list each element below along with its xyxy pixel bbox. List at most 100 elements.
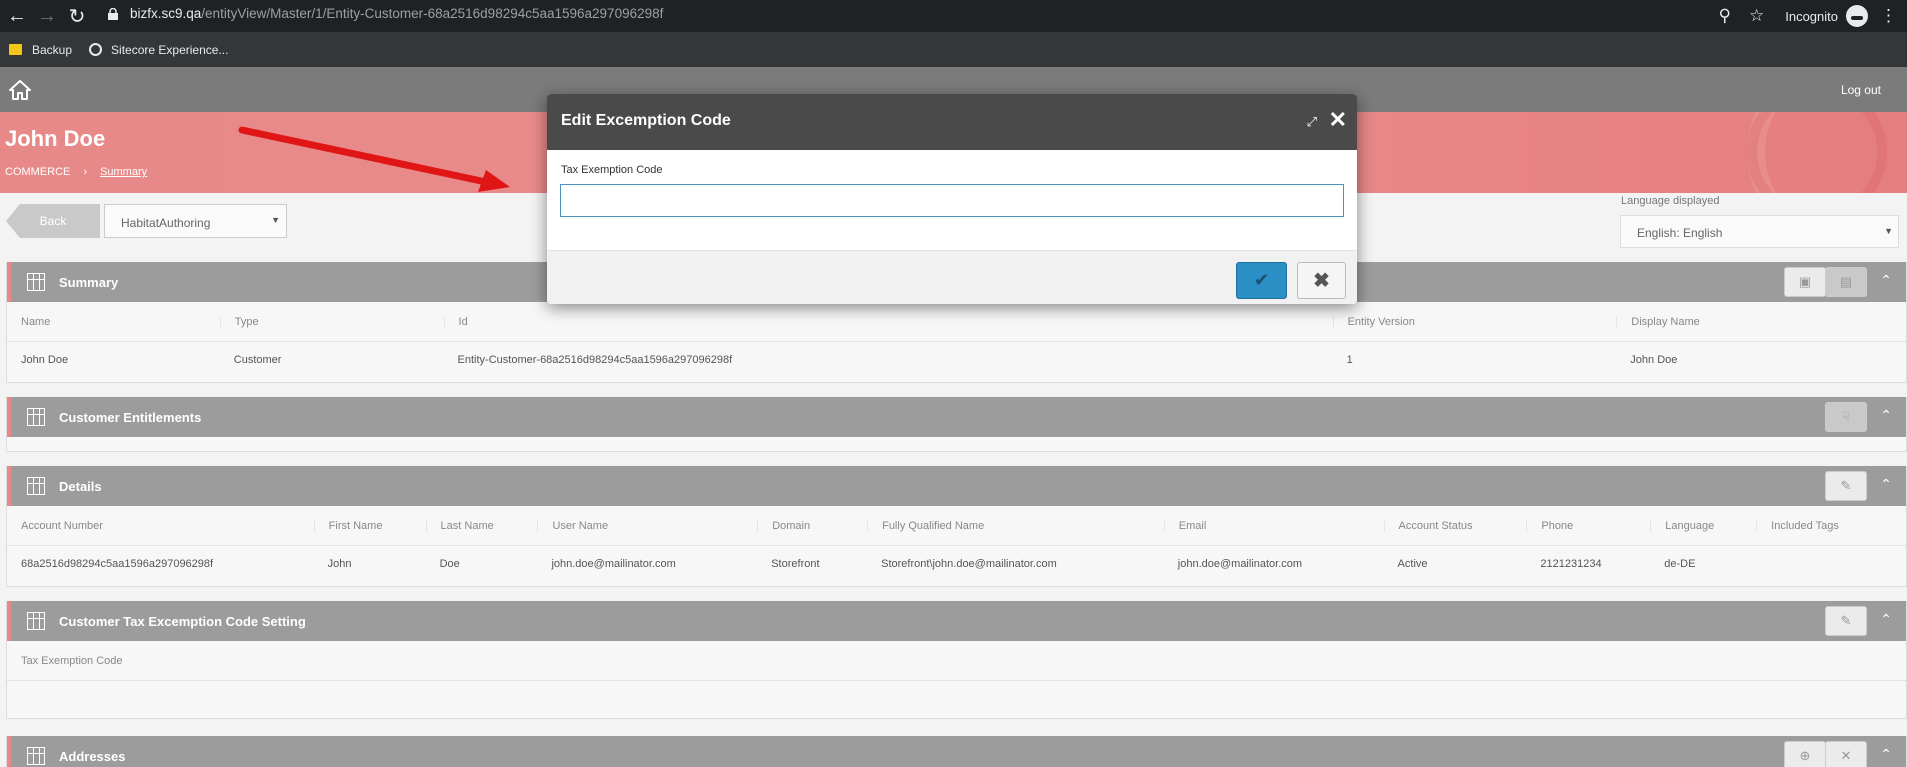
panel-header: Addresses ⊕ ✕ ⌃ [7, 736, 1906, 767]
grid-icon [27, 273, 45, 291]
remove-icon[interactable]: ✕ [1825, 741, 1867, 767]
panel-title: Addresses [59, 749, 126, 764]
collapse-chevron-icon[interactable]: ⌃ [1880, 272, 1892, 289]
dialog-footer: ✔ ✖ [547, 250, 1357, 304]
panel-header: Customer Tax Excemption Code Setting ✎ ⌃ [7, 601, 1906, 641]
tax-exemption-code-label: Tax Exemption Code [561, 164, 663, 176]
column-header: Type [219, 315, 444, 328]
cancel-x-icon: ✖ [1313, 270, 1330, 292]
table-cell: 1 [1346, 354, 1353, 366]
browser-toolbar: ← → ↻ bizfx.sc9.qa/entityView/Master/1/E… [0, 0, 1907, 32]
incognito-icon[interactable] [1846, 5, 1868, 27]
tax-exemption-code-input[interactable] [560, 184, 1344, 217]
panel-title: Summary [59, 275, 119, 290]
table-cell: John Doe [21, 354, 69, 366]
grid-icon [27, 612, 45, 630]
column-header: Language [1650, 519, 1756, 532]
column-header: User Name [537, 519, 757, 532]
close-icon[interactable]: ✕ [1329, 107, 1347, 133]
grid-icon [27, 747, 45, 765]
address-bar[interactable]: bizfx.sc9.qa/entityView/Master/1/Entity-… [108, 6, 663, 21]
globe-icon [89, 43, 103, 56]
hand-icon[interactable]: ☟ [1825, 402, 1867, 432]
table-cell: Active [1397, 558, 1428, 570]
dialog-body: Tax Exemption Code [547, 150, 1357, 250]
annotation-arrow [238, 126, 510, 192]
more-menu-icon[interactable]: ⋮ [1880, 6, 1897, 26]
environment-select[interactable]: HabitatAuthoring ▼ [104, 204, 287, 238]
table-cell: Doe [439, 558, 460, 570]
bookmarks-bar: Backup Sitecore Experience... [0, 32, 1907, 67]
breadcrumb-root[interactable]: COMMERCE [5, 166, 70, 178]
table-cell: Customer [233, 354, 282, 366]
collapse-chevron-icon[interactable]: ⌃ [1880, 611, 1892, 628]
breadcrumb-current[interactable]: Summary [100, 166, 147, 178]
panel-header: Details ✎ ⌃ [7, 466, 1906, 506]
forward-arrow-icon[interactable]: → [34, 3, 60, 29]
language-select[interactable]: English: English ▼ [1620, 215, 1899, 248]
column-header: Display Name [1616, 315, 1906, 328]
table-cell: Storefront [771, 558, 820, 570]
expand-icon[interactable]: ⤢ [1307, 114, 1317, 130]
add-icon[interactable]: ⊕ [1784, 741, 1826, 767]
details-panel: Details ✎ ⌃ Account Number First Name La… [6, 466, 1907, 587]
addresses-panel: Addresses ⊕ ✕ ⌃ [6, 736, 1907, 767]
star-icon[interactable]: ☆ [1749, 6, 1764, 26]
table-cell: john.doe@mailinator.com [1177, 558, 1303, 570]
decorative-swirl [1747, 112, 1887, 193]
collapse-chevron-icon[interactable]: ⌃ [1880, 476, 1892, 493]
panel-title: Customer Entitlements [59, 410, 202, 425]
table-cell: Entity-Customer-68a2516d98294c5aa1596a29… [457, 354, 733, 366]
table-header-row: Account Number First Name Last Name User… [7, 506, 1906, 546]
view-alt-icon[interactable]: ▤ [1825, 267, 1867, 297]
column-header: Tax Exemption Code [21, 654, 123, 667]
checkmark-icon: ✔ [1253, 270, 1270, 290]
bookmark-label: Backup [32, 42, 73, 57]
panel-title: Customer Tax Excemption Code Setting [59, 614, 306, 629]
grid-icon [27, 408, 45, 426]
column-header: Fully Qualified Name [867, 519, 1164, 532]
table-row[interactable]: John Doe Customer Entity-Customer-68a251… [7, 342, 1906, 378]
logout-link[interactable]: Log out [1841, 83, 1881, 97]
lock-icon [108, 7, 118, 20]
cancel-button[interactable]: ✖ [1297, 262, 1346, 299]
column-header: Included Tags [1756, 519, 1906, 532]
back-arrow-icon[interactable]: ← [4, 3, 30, 29]
breadcrumb: COMMERCE › Summary [5, 166, 147, 178]
table-cell: Storefront\john.doe@mailinator.com [881, 558, 1057, 570]
language-label: Language displayed [1621, 195, 1720, 207]
entitlements-panel: Customer Entitlements ☟ ⌃ [6, 397, 1907, 452]
folder-icon [9, 44, 22, 55]
reload-icon[interactable]: ↻ [64, 3, 90, 29]
view-icon[interactable]: ▣ [1784, 267, 1826, 297]
dialog-header: Edit Excemption Code ⤢ ✕ [547, 94, 1357, 150]
dialog-title: Edit Excemption Code [561, 112, 731, 129]
grid-icon [27, 477, 45, 495]
column-header: Name [21, 315, 51, 328]
home-icon[interactable] [9, 80, 31, 100]
page-title: John Doe [5, 126, 106, 151]
table-cell: 2121231234 [1540, 558, 1602, 570]
table-row[interactable]: 68a2516d98294c5aa1596a297096298f John Do… [7, 546, 1906, 582]
table-cell: 68a2516d98294c5aa1596a297096298f [21, 558, 214, 570]
column-header: Id [443, 315, 1333, 328]
column-header: Last Name [425, 519, 538, 532]
edit-icon[interactable]: ✎ [1825, 606, 1867, 636]
language-select-value: English: English [1637, 226, 1723, 240]
confirm-button[interactable]: ✔ [1236, 262, 1287, 299]
column-header: Entity Version [1332, 315, 1617, 328]
bookmark-sitecore[interactable]: Sitecore Experience... [89, 43, 228, 57]
table-header-row: Tax Exemption Code [7, 641, 1906, 681]
breadcrumb-separator: › [83, 166, 88, 178]
profile-label: Incognito [1785, 8, 1838, 24]
zoom-icon[interactable]: ⚲ [1719, 6, 1731, 26]
column-header: Domain [757, 519, 867, 532]
edit-icon[interactable]: ✎ [1825, 471, 1867, 501]
dropdown-caret-icon: ▼ [271, 215, 280, 225]
back-button[interactable]: Back [6, 204, 100, 238]
collapse-chevron-icon[interactable]: ⌃ [1880, 746, 1892, 763]
collapse-chevron-icon[interactable]: ⌃ [1880, 407, 1892, 424]
panel-title: Details [59, 479, 102, 494]
tax-exemption-panel: Customer Tax Excemption Code Setting ✎ ⌃… [6, 601, 1907, 719]
bookmark-backup[interactable]: Backup [9, 43, 72, 57]
